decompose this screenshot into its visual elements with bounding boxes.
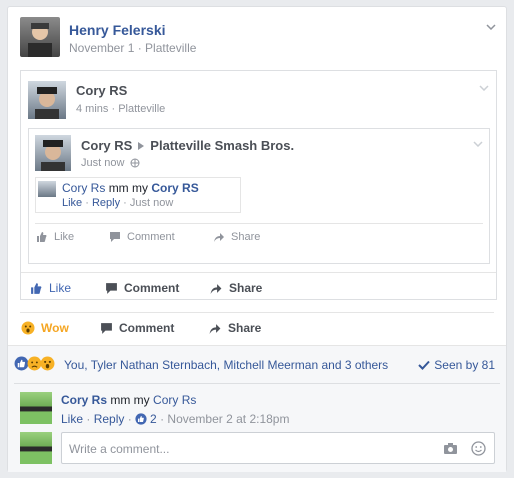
seen-by-label: Seen by 81 xyxy=(434,358,495,372)
shared-comment-button[interactable]: Comment xyxy=(105,281,179,295)
inner-comment-label: Comment xyxy=(127,231,175,243)
inner-post-title: Cory RS Platteville Smash Bros. xyxy=(81,138,294,153)
inner-meta: Just now xyxy=(81,157,140,169)
like-count-icon xyxy=(135,413,147,425)
shared-comment-label: Comment xyxy=(124,281,180,295)
commenter-avatar[interactable] xyxy=(20,392,52,424)
share-arrow-icon xyxy=(209,323,221,334)
author-name[interactable]: Henry Felerski xyxy=(69,22,166,38)
inner-comment-body: mm my xyxy=(108,181,149,195)
shared-like-button[interactable]: Like xyxy=(30,281,71,295)
inner-like-label: Like xyxy=(54,231,75,243)
inner-share-button[interactable]: Share xyxy=(213,231,260,243)
inner-author-name[interactable]: Cory RS xyxy=(81,138,132,153)
comment-button[interactable]: Comment xyxy=(100,321,174,335)
shared-author-name[interactable]: Cory RS xyxy=(76,83,127,98)
wow-face-icon xyxy=(40,356,55,371)
comment-like-count[interactable]: 2 xyxy=(150,412,157,426)
divider xyxy=(14,383,500,384)
reaction-icons[interactable] xyxy=(14,356,55,371)
inner-like-button[interactable]: Like xyxy=(36,231,74,243)
inner-comment-button[interactable]: Comment xyxy=(109,231,175,243)
avatar-image xyxy=(35,87,59,119)
shared-location[interactable]: Platteville xyxy=(118,103,165,115)
shared-time[interactable]: 4 mins xyxy=(76,103,108,115)
inner-time[interactable]: Just now xyxy=(81,157,124,169)
shared-like-label: Like xyxy=(49,281,72,295)
reaction-label: Wow xyxy=(41,321,69,335)
comment-placeholder: Write a comment... xyxy=(69,442,170,456)
comment-reply[interactable]: Reply xyxy=(94,412,125,426)
shared-share-button[interactable]: Share xyxy=(209,281,262,295)
comment-icon xyxy=(106,282,117,294)
comment-input[interactable]: Write a comment... xyxy=(61,432,495,464)
wow-face-icon xyxy=(21,321,35,335)
thumbs-up-icon xyxy=(37,232,47,242)
reactions-summary[interactable]: You, Tyler Nathan Sternbach, Mitchell Me… xyxy=(64,358,388,372)
emoji-icon[interactable] xyxy=(471,441,486,456)
inner-comment-time[interactable]: Just now xyxy=(130,197,173,209)
divider xyxy=(35,223,483,224)
globe-icon xyxy=(130,158,140,168)
inner-comment-avatar[interactable] xyxy=(38,181,56,197)
camera-icon[interactable] xyxy=(443,442,458,455)
author-avatar[interactable] xyxy=(20,17,60,57)
shared-post: Cory RS 4 mins · Platteville Cory RS Pla… xyxy=(20,70,497,300)
comments-section: You, Tyler Nathan Sternbach, Mitchell Me… xyxy=(8,345,506,472)
inner-post: Cory RS Platteville Smash Bros. Just now… xyxy=(28,128,490,264)
shared-share-label: Share xyxy=(229,281,263,295)
comment-icon xyxy=(101,322,112,334)
divider xyxy=(20,312,494,313)
post-meta: November 1 · Platteville xyxy=(69,41,197,55)
share-label: Share xyxy=(228,321,262,335)
inner-comment-like[interactable]: Like xyxy=(62,197,82,209)
chevron-down-icon[interactable] xyxy=(486,24,496,30)
post-date[interactable]: November 1 xyxy=(69,41,134,55)
share-arrow-icon xyxy=(214,233,224,242)
share-button[interactable]: Share xyxy=(208,321,261,335)
comment-time[interactable]: November 2 at 2:18pm xyxy=(167,412,289,426)
post-card: Henry Felerski November 1 · Platteville … xyxy=(7,6,507,472)
comment-author[interactable]: Cory Rs xyxy=(61,393,107,407)
reaction-button[interactable]: Wow xyxy=(21,321,69,335)
thumbs-up-icon xyxy=(31,282,42,294)
comment-actions: Like · Reply · 2 · November 2 at 2:18pm xyxy=(61,412,290,426)
inner-author-avatar[interactable] xyxy=(35,135,71,171)
shared-author-avatar[interactable] xyxy=(28,81,66,119)
comment-label: Comment xyxy=(119,321,175,335)
composer-avatar xyxy=(20,432,52,464)
group-name[interactable]: Platteville Smash Bros. xyxy=(150,138,294,153)
inner-comment: Cory Rs mm my Cory RS Like · Reply · Jus… xyxy=(35,177,241,213)
inner-comment-text: Cory Rs mm my Cory RS xyxy=(62,181,199,195)
comment-icon xyxy=(110,232,120,242)
chevron-down-icon[interactable] xyxy=(479,85,489,91)
post-location[interactable]: Platteville xyxy=(145,41,196,55)
inner-comment-author[interactable]: Cory Rs xyxy=(62,181,105,195)
avatar-image xyxy=(41,140,65,171)
comment-like[interactable]: Like xyxy=(61,412,83,426)
comment-mention[interactable]: Cory Rs xyxy=(153,393,196,407)
divider xyxy=(21,272,496,273)
share-arrow-icon xyxy=(210,283,222,294)
inner-share-label: Share xyxy=(231,231,261,243)
inner-comment-actions: Like · Reply · Just now xyxy=(62,197,174,209)
seen-by[interactable]: Seen by 81 xyxy=(418,358,495,372)
comment-body: mm my xyxy=(110,393,150,407)
inner-comment-reply[interactable]: Reply xyxy=(92,197,120,209)
triangle-right-icon xyxy=(138,141,145,150)
comment-text: Cory Rs mm my Cory Rs xyxy=(61,393,196,407)
shared-meta: 4 mins · Platteville xyxy=(76,103,166,115)
avatar-image xyxy=(28,23,52,57)
checkmark-icon xyxy=(418,360,431,370)
chevron-down-icon[interactable] xyxy=(473,141,483,147)
inner-comment-mention[interactable]: Cory RS xyxy=(151,181,198,195)
